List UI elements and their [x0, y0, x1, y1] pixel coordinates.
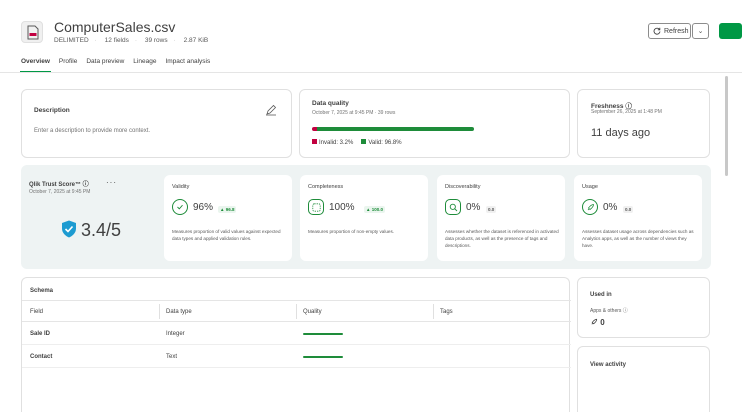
- data-type: Integer: [166, 331, 185, 337]
- format-label: DELIMITED: [54, 37, 89, 44]
- completeness-title: Completeness: [308, 184, 344, 190]
- field-name: Sale ID: [30, 331, 51, 337]
- rocket-icon: [582, 199, 598, 215]
- data-quality-bar: [312, 127, 474, 131]
- freshness-subtitle: September 26, 2025 at 1:48 PM: [591, 109, 662, 115]
- description-title: Description: [34, 107, 70, 114]
- used-in-subtitle: Apps & others ⓘ: [590, 308, 628, 314]
- column-header-tags[interactable]: Tags: [440, 309, 453, 315]
- view-activity-card: View activity: [577, 346, 710, 412]
- data-quality-legend: Invalid: 3.2% Valid: 96.8%: [312, 139, 402, 146]
- validity-metric-card: Validity 96% ▲ 96.8 Measures proportion …: [164, 175, 292, 261]
- view-activity-title: View activity: [590, 362, 626, 368]
- column-divider[interactable]: [159, 304, 160, 319]
- valid-legend: Valid: 96.8%: [361, 139, 402, 146]
- refresh-icon: [653, 27, 661, 35]
- dashed-square-icon: [308, 199, 324, 215]
- schema-card: Schema Field Data type Quality Tags Sale…: [21, 277, 571, 412]
- shield-check-icon: [62, 220, 76, 238]
- validity-delta-badge: ▲ 96.8: [218, 206, 237, 213]
- discoverability-description: Assesses whether the dataset is referenc…: [445, 229, 559, 248]
- usage-metric-card: Usage 0% 0.0 Assesses dataset usage acro…: [574, 175, 702, 261]
- used-in-title: Used in: [590, 292, 612, 298]
- schema-title: Schema: [30, 288, 54, 294]
- refresh-dropdown-button[interactable]: ⌄: [692, 23, 709, 39]
- tab-bar: Overview Profile Data preview Lineage Im…: [20, 58, 219, 73]
- completeness-value: 100%: [329, 202, 355, 213]
- description-card: Description Enter a description to provi…: [21, 89, 292, 158]
- validity-description: Measures proportion of valid values agai…: [172, 229, 281, 241]
- trust-score-date: October 7, 2025 at 9:45 PM: [29, 189, 91, 195]
- used-in-card: Used in Apps & others ⓘ 0: [577, 277, 710, 338]
- data-quality-title: Data quality: [312, 100, 349, 107]
- trust-score-value: 3.4/5: [81, 220, 122, 240]
- valid-segment: [317, 127, 474, 131]
- discoverability-value: 0%: [466, 202, 481, 213]
- discoverability-delta-badge: 0.0: [486, 206, 497, 213]
- dataset-meta: DELIMITED · 12 fields · 39 rows · 2.87 KiB: [54, 37, 209, 44]
- data-type: Text: [166, 354, 178, 360]
- refresh-button[interactable]: Refresh: [648, 23, 691, 39]
- file-size: 2.87 KiB: [183, 37, 209, 44]
- page-title: ComputerSales.csv: [54, 19, 176, 35]
- completeness-metric-card: Completeness 100% ▲ 100.0 Measures propo…: [300, 175, 428, 261]
- data-quality-subtitle: October 7, 2025 at 9:45 PM · 39 rows: [312, 110, 396, 116]
- trust-score-title: Qlik Trust Score™ ⓘ: [29, 182, 89, 188]
- used-in-count: 0: [590, 318, 605, 327]
- chevron-down-icon: ⌄: [697, 28, 704, 35]
- tab-overview[interactable]: Overview: [20, 58, 51, 73]
- tab-lineage[interactable]: Lineage: [133, 58, 156, 73]
- edit-icon[interactable]: [265, 104, 277, 116]
- column-divider[interactable]: [296, 304, 297, 319]
- search-icon: [445, 199, 461, 215]
- fields-count: 12 fields: [104, 37, 129, 44]
- invalid-legend: Invalid: 3.2%: [312, 139, 353, 146]
- data-quality-card: Data quality October 7, 2025 at 9:45 PM …: [299, 89, 570, 158]
- completeness-description: Measures proportion of non-empty values.: [308, 229, 395, 234]
- validity-title: Validity: [172, 184, 190, 190]
- freshness-card: Freshness ⓘ September 26, 2025 at 1:48 P…: [577, 89, 710, 158]
- csv-file-icon: [21, 21, 43, 43]
- quality-bar: [303, 333, 343, 335]
- refresh-label: Refresh: [664, 27, 689, 35]
- quality-bar: [303, 356, 343, 358]
- schema-table-header: Field Data type Quality Tags: [22, 300, 571, 322]
- column-divider[interactable]: [433, 304, 434, 319]
- validity-value: 96%: [193, 202, 214, 213]
- usage-description: Assesses dataset usage across dependenci…: [582, 229, 694, 248]
- dataset-header: ComputerSales.csv DELIMITED · 12 fields · …: [0, 0, 742, 73]
- table-row[interactable]: Contact Text: [22, 345, 571, 368]
- discoverability-metric-card: Discoverability 0% 0.0 Assesses whether …: [437, 175, 565, 261]
- table-row[interactable]: Sale ID Integer: [22, 322, 571, 345]
- field-name: Contact: [30, 354, 53, 360]
- rows-count: 39 rows: [144, 37, 168, 44]
- usage-title: Usage: [582, 184, 598, 190]
- description-placeholder[interactable]: Enter a description to provide more cont…: [34, 128, 150, 134]
- tab-impact-analysis[interactable]: Impact analysis: [165, 58, 210, 73]
- check-circle-icon: [172, 199, 188, 215]
- tab-profile[interactable]: Profile: [59, 58, 77, 73]
- more-options-button[interactable]: ···: [106, 178, 117, 187]
- column-header-data-type[interactable]: Data type: [166, 309, 192, 315]
- freshness-value: 11 days ago: [591, 127, 651, 139]
- rocket-icon: [591, 318, 598, 325]
- usage-delta-badge: 0.0: [623, 206, 634, 213]
- tab-data-preview[interactable]: Data preview: [86, 58, 124, 73]
- column-header-quality[interactable]: Quality: [303, 309, 322, 315]
- usage-value: 0%: [603, 202, 618, 213]
- column-header-field[interactable]: Field: [30, 309, 43, 315]
- discoverability-title: Discoverability: [445, 184, 481, 190]
- vertical-scrollbar[interactable]: [725, 76, 728, 176]
- completeness-delta-badge: ▲ 100.0: [364, 206, 385, 213]
- primary-action-button[interactable]: [719, 23, 742, 39]
